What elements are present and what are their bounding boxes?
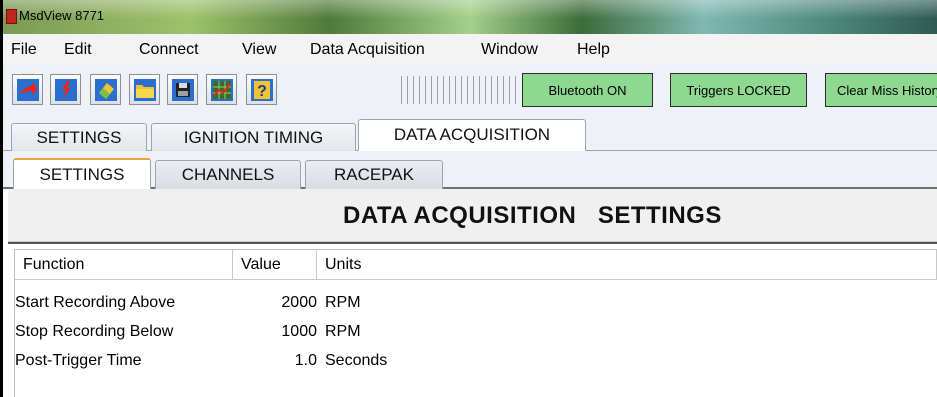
app-icon: [6, 9, 17, 24]
chart-icon[interactable]: [206, 74, 237, 105]
tab-settings[interactable]: SETTINGS: [11, 123, 147, 151]
tab-data-acquisition[interactable]: DATA ACQUISITION: [358, 119, 586, 151]
value-cell[interactable]: 1.0: [233, 346, 317, 375]
value-cell[interactable]: 1000: [233, 317, 317, 346]
title-bar[interactable]: MsdView 8771: [3, 0, 937, 34]
toolbar-grip: [401, 76, 519, 104]
table-row[interactable]: Post-Trigger Time 1.0 Seconds: [15, 346, 937, 375]
function-cell: Start Recording Above: [15, 294, 176, 311]
table-row[interactable]: Stop Recording Below 1000 RPM: [15, 317, 937, 346]
eraser-icon[interactable]: [90, 74, 121, 105]
table-row[interactable]: Start Recording Above 2000 RPM: [15, 288, 937, 317]
window-title: MsdView 8771: [19, 8, 105, 23]
function-cell: Stop Recording Below: [15, 323, 174, 340]
units-cell: Seconds: [325, 352, 388, 369]
help-icon[interactable]: ?: [246, 74, 277, 105]
folder-icon[interactable]: [129, 74, 160, 105]
menu-file[interactable]: File: [11, 41, 37, 59]
menu-bar: File Edit Connect View Data Acquisition …: [3, 34, 937, 65]
units-cell: RPM: [325, 294, 361, 311]
page-title: DATA ACQUISITION SETTINGS: [343, 202, 722, 229]
arrow-red-icon[interactable]: [12, 74, 43, 105]
menu-edit[interactable]: Edit: [64, 41, 92, 59]
function-cell: Post-Trigger Time: [15, 352, 142, 369]
bluetooth-button[interactable]: Bluetooth ON: [522, 73, 653, 107]
save-icon[interactable]: [167, 74, 198, 105]
svg-text:?: ?: [257, 83, 267, 100]
value-cell[interactable]: 2000: [233, 288, 317, 317]
column-header-units[interactable]: Units: [317, 250, 937, 280]
main-tab-bar: SETTINGS IGNITION TIMING DATA ACQUISITIO…: [3, 116, 937, 151]
toolbar: ? Bluetooth ON Triggers LOCKED Clear Mis…: [3, 64, 937, 116]
subtab-settings[interactable]: SETTINGS: [13, 158, 151, 189]
menu-help[interactable]: Help: [577, 41, 610, 59]
app-window: MsdView 8771 File Edit Connect View Data…: [0, 0, 937, 397]
settings-header-panel: DATA ACQUISITION SETTINGS: [8, 189, 937, 242]
menu-window[interactable]: Window: [481, 41, 538, 59]
open-folder-red-icon[interactable]: [50, 74, 81, 105]
column-header-value[interactable]: Value: [233, 250, 317, 280]
menu-data-acquisition[interactable]: Data Acquisition: [310, 41, 425, 59]
clear-miss-history-button[interactable]: Clear Miss History: [825, 73, 937, 107]
menu-view[interactable]: View: [242, 41, 276, 59]
tab-ignition-timing[interactable]: IGNITION TIMING: [151, 123, 356, 151]
subtab-racepak[interactable]: RACEPAK: [305, 160, 443, 189]
column-header-function[interactable]: Function: [15, 250, 233, 280]
units-cell: RPM: [325, 323, 361, 340]
settings-table: Function Value Units Start Recording Abo…: [8, 242, 937, 397]
menu-connect[interactable]: Connect: [139, 41, 199, 59]
subtab-channels[interactable]: CHANNELS: [155, 160, 301, 189]
sub-tab-bar: SETTINGS CHANNELS RACEPAK: [3, 151, 937, 189]
triggers-button[interactable]: Triggers LOCKED: [670, 73, 807, 107]
